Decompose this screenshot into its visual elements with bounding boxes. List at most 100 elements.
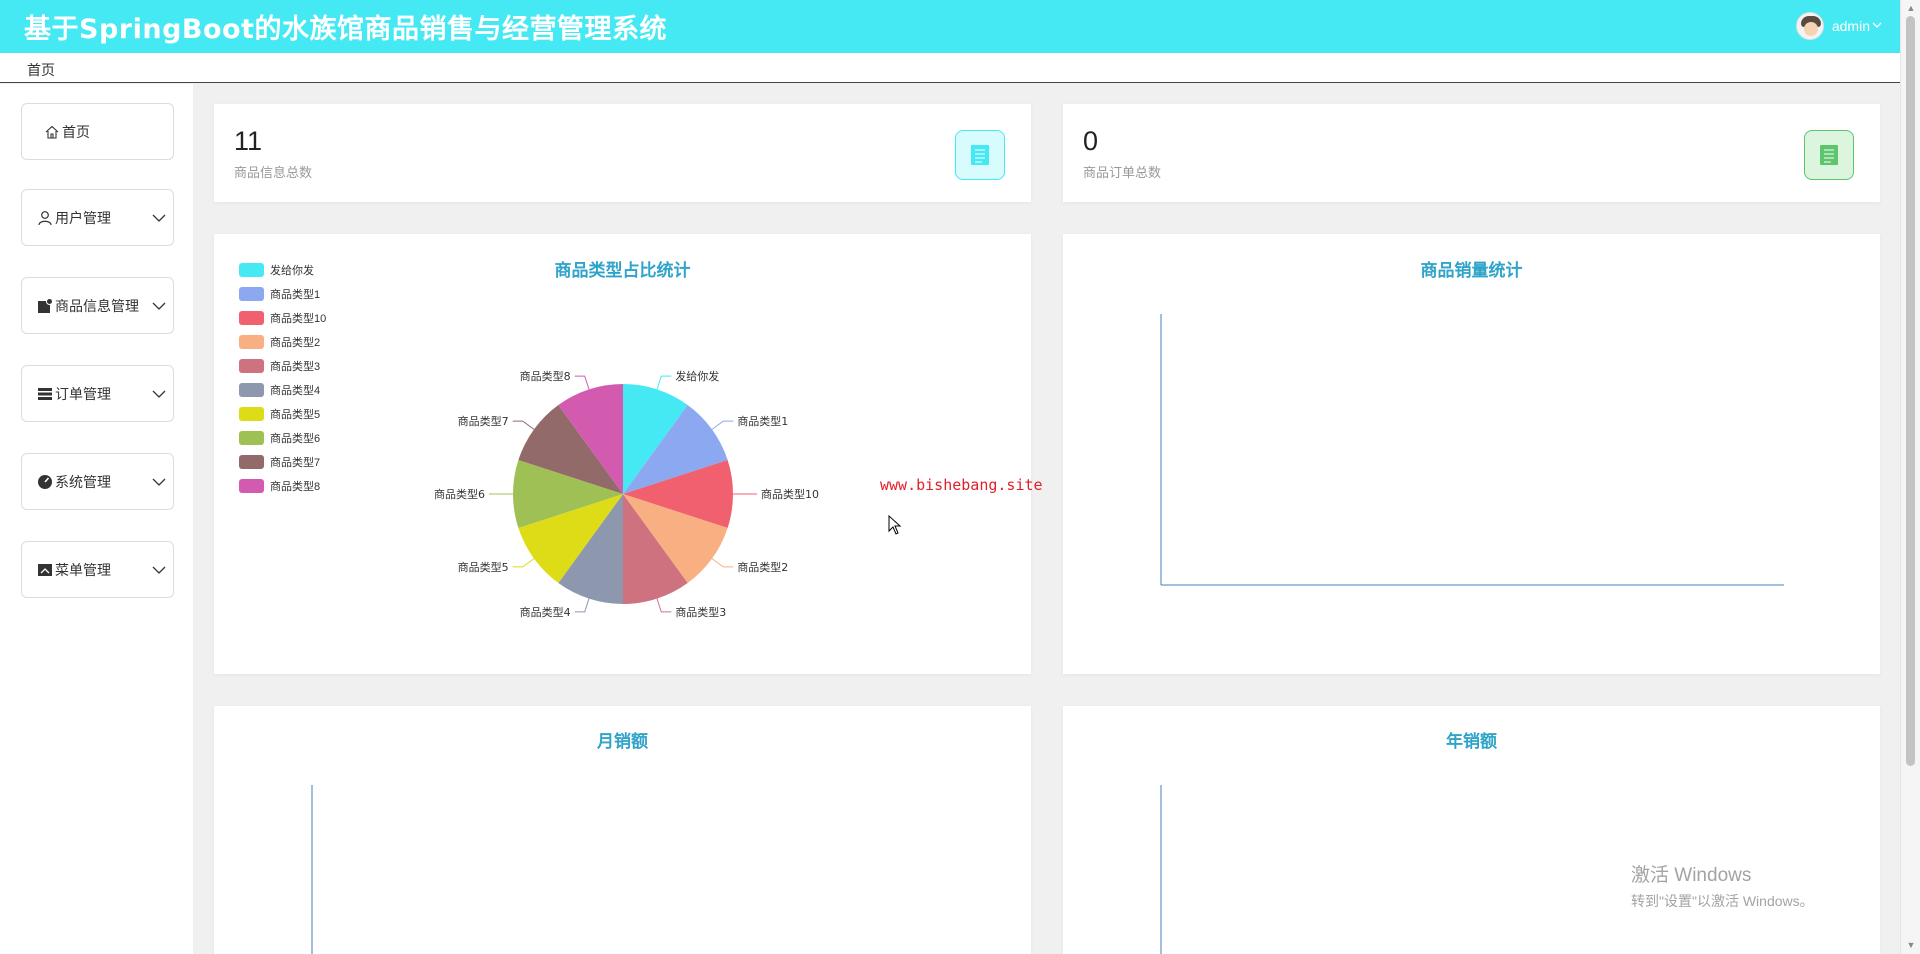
legend-label: 商品类型1 [270, 289, 321, 301]
stat-value: 11 [234, 126, 263, 156]
pie-leader-line [711, 558, 734, 568]
sidebar-item-system[interactable]: 系统管理 [21, 453, 174, 510]
legend-swatch [239, 479, 264, 493]
legend-swatch [239, 431, 264, 445]
sidebar-item-label: 菜单管理 [55, 561, 111, 578]
chevron-down-icon [151, 474, 167, 490]
legend-item[interactable]: 商品类型4 [239, 378, 326, 402]
monthly-chart-axes [311, 785, 313, 954]
monthly-chart-card: 月销额 [214, 706, 1031, 954]
sidebar-item-goods[interactable]: 商品信息管理 [21, 277, 174, 334]
pie-slice-label: 商品类型3 [675, 605, 726, 619]
pie-slice-label: 商品类型10 [761, 487, 819, 501]
pie-slice[interactable] [518, 405, 623, 494]
system-icon [37, 474, 53, 490]
legend-label: 商品类型3 [270, 361, 321, 373]
sidebar-item-orders[interactable]: 订单管理 [21, 365, 174, 422]
home-icon [44, 124, 60, 140]
stat-label: 商品信息总数 [234, 165, 313, 180]
user-icon [37, 210, 53, 226]
pie-chart: 发给你发商品类型1 商品类型10 商品类型2 商品类型3 商品类型4 商品类型5 商品类型6… [434, 369, 819, 619]
legend-item[interactable]: 发给你发 [239, 258, 326, 282]
legend-label: 商品类型8 [270, 481, 321, 493]
pie-legend: 发给你发商品类型1 商品类型10 商品类型2 商品类型3 商品类型4 商品类型5 商品类型6… [239, 258, 326, 498]
sidebar-item-users[interactable]: 用户管理 [21, 189, 174, 246]
stat-value: 0 [1083, 126, 1099, 156]
legend-item[interactable]: 商品类型8 [239, 474, 326, 498]
pie-leader-line [656, 598, 672, 613]
legend-swatch [239, 359, 264, 373]
pie-slice[interactable] [623, 460, 733, 528]
pie-chart-title: 商品类型占比统计 [554, 261, 691, 281]
legend-swatch [239, 407, 264, 421]
pie-leader-line [711, 420, 734, 430]
pie-slice[interactable] [623, 494, 728, 583]
sidebar-item-menu[interactable]: 菜单管理 [21, 541, 174, 598]
sidebar-item-label: 系统管理 [55, 473, 111, 490]
stat-card-orders: 0 商品订单总数 [1063, 104, 1880, 202]
legend-item[interactable]: 商品类型1 [239, 282, 326, 306]
sidebar: 首页 用户管理 商品信息管理 订单管理 系统管理 菜单管理 [0, 84, 193, 954]
pie-leader-line [656, 375, 672, 390]
chevron-down-icon[interactable] [1872, 20, 1882, 33]
legend-label: 商品类型4 [270, 385, 321, 397]
pie-slice[interactable] [558, 494, 623, 604]
windows-activation-notice: 激活 Windows 转到"设置"以激活 Windows。 [1631, 860, 1814, 911]
avatar[interactable] [1795, 12, 1824, 40]
pie-slice[interactable] [518, 494, 623, 583]
app-title: 基于SpringBoot的水族馆商品销售与经营管理系统 [24, 14, 667, 45]
legend-swatch [239, 383, 264, 397]
sales-chart-axes [1160, 314, 1784, 586]
legend-item[interactable]: 商品类型3 [239, 354, 326, 378]
chevron-down-icon [151, 562, 167, 578]
breadcrumb-bar: 首页 [0, 53, 1900, 83]
user-name[interactable]: admin [1832, 18, 1870, 34]
pie-slice[interactable] [623, 384, 688, 494]
pie-slice-label: 商品类型5 [458, 560, 509, 574]
legend-swatch [239, 263, 264, 277]
pie-slice-label: 商品类型8 [520, 369, 571, 383]
scroll-up-icon[interactable]: ▲ [1906, 3, 1916, 13]
pie-leader-line [512, 420, 535, 430]
breadcrumb[interactable]: 首页 [27, 60, 55, 80]
chevron-down-icon [151, 210, 167, 226]
pie-slice-label: 商品类型1 [737, 414, 788, 428]
legend-item[interactable]: 商品类型7 [239, 450, 326, 474]
yearly-chart-card: 年销额 [1063, 706, 1880, 954]
sidebar-item-home[interactable]: 首页 [21, 103, 174, 160]
pie-leader-line [512, 558, 535, 568]
pie-slice-label: 商品类型7 [458, 414, 509, 428]
legend-label: 商品类型10 [270, 313, 327, 325]
pie-slice[interactable] [558, 384, 623, 494]
sidebar-item-label: 首页 [62, 123, 90, 140]
sales-chart-card: 商品销量统计 [1063, 234, 1880, 674]
legend-item[interactable]: 商品类型2 [239, 330, 326, 354]
user-menu[interactable]: admin [1795, 12, 1882, 40]
legend-swatch [239, 287, 264, 301]
legend-label: 商品类型6 [270, 433, 321, 445]
goods-icon [37, 297, 53, 314]
legend-item[interactable]: 商品类型5 [239, 402, 326, 426]
pie-slice[interactable] [623, 494, 688, 604]
page-scrollbar[interactable]: ▲ ▼ [1900, 0, 1920, 954]
legend-label: 商品类型7 [270, 457, 321, 469]
top-header: 基于SpringBoot的水族馆商品销售与经营管理系统 admin [0, 0, 1900, 53]
scrollbar-thumb[interactable] [1906, 16, 1915, 766]
chevron-down-icon [151, 298, 167, 314]
pie-slice[interactable] [513, 460, 623, 528]
stat-label: 商品订单总数 [1083, 165, 1162, 180]
document-icon [955, 130, 1005, 180]
stat-card-goods: 11 商品信息总数 [214, 104, 1031, 202]
pie-slice-label: 商品类型4 [520, 605, 571, 619]
legend-item[interactable]: 商品类型6 [239, 426, 326, 450]
legend-item[interactable]: 商品类型10 [239, 306, 326, 330]
legend-swatch [239, 455, 264, 469]
scroll-down-icon[interactable]: ▼ [1906, 940, 1916, 950]
pie-slice-label: 商品类型2 [737, 560, 788, 574]
sidebar-item-label: 用户管理 [55, 209, 111, 226]
pie-leader-line [574, 375, 590, 390]
mouse-cursor-icon [888, 514, 902, 540]
legend-swatch [239, 335, 264, 349]
pie-slice[interactable] [623, 405, 728, 494]
legend-label: 发给你发 [270, 265, 314, 277]
